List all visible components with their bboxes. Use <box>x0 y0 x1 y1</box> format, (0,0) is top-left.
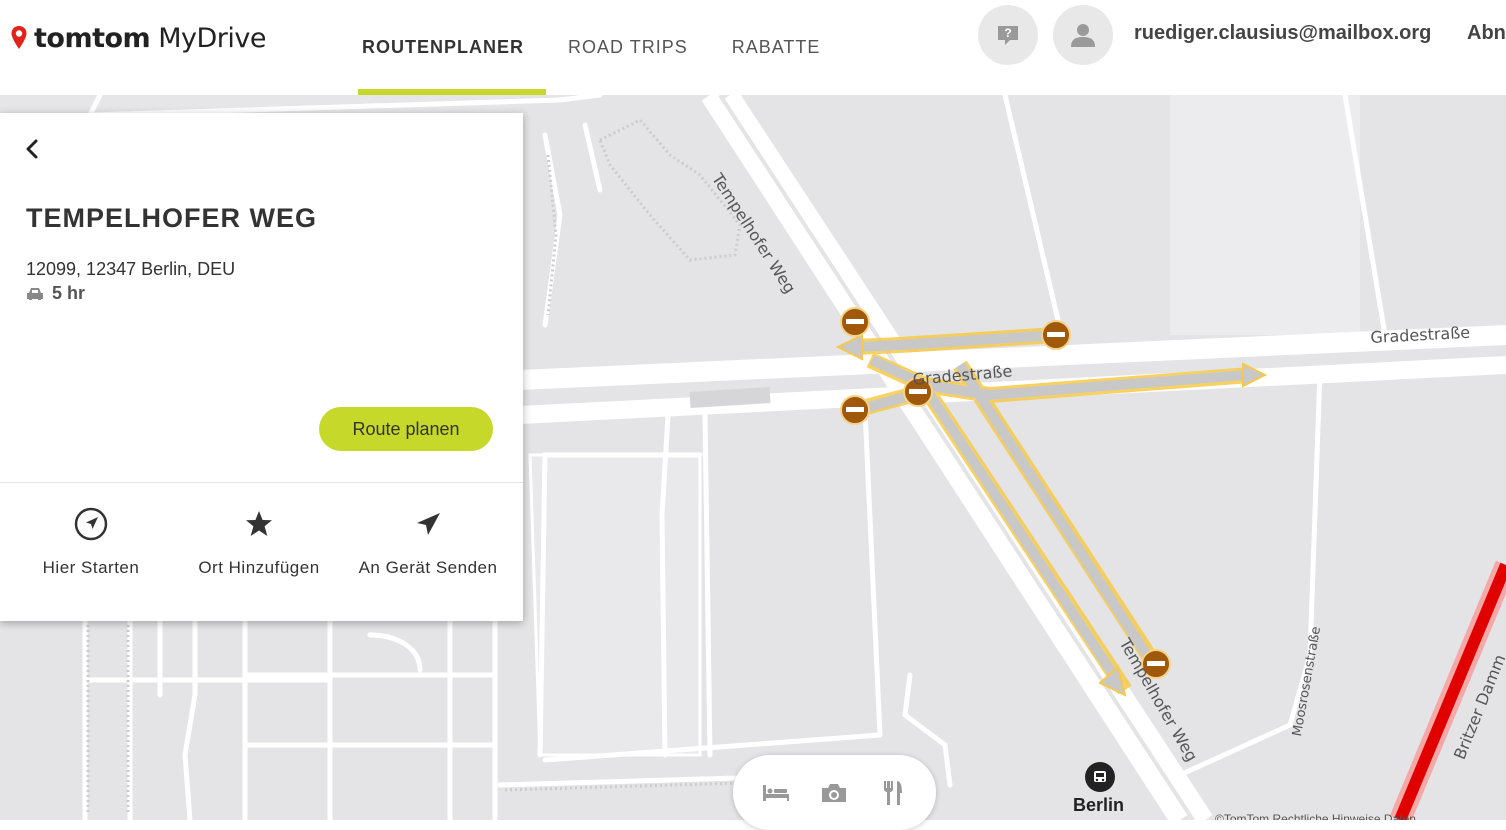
route-plan-button[interactable]: Route planen <box>319 407 493 451</box>
logo-product: MyDrive <box>158 22 266 54</box>
add-place-button[interactable]: Ort Hinzufügen <box>174 508 344 578</box>
travel-time-value: 5 hr <box>52 283 86 303</box>
berlin-poi-icon[interactable] <box>1085 762 1115 792</box>
user-email[interactable]: ruediger.clausius@mailbox.org <box>1134 22 1431 45</box>
back-button[interactable] <box>18 135 46 163</box>
map-copyright[interactable]: ©TomTom Rechtliche Hinweise Daten <box>1215 812 1416 820</box>
add-place-label: Ort Hinzufügen <box>198 558 320 577</box>
tab-road-trips[interactable]: ROAD TRIPS <box>546 0 710 95</box>
logout-link[interactable]: Abn <box>1467 22 1506 45</box>
main-nav: ROUTENPLANER ROAD TRIPS RABATTE <box>340 0 842 95</box>
chevron-left-icon <box>26 139 38 159</box>
logo-brand: tomtom <box>34 22 151 54</box>
place-title: TEMPELHOFER WEG <box>26 203 317 233</box>
place-address: 12099, 12347 Berlin, DEU <box>26 259 236 279</box>
help-icon: ? <box>998 26 1018 45</box>
travel-time: 5 hr <box>26 283 85 304</box>
restaurant-filter-button[interactable] <box>871 771 915 815</box>
send-icon <box>417 513 440 535</box>
poi-category-toolbar <box>733 755 936 830</box>
user-avatar-icon <box>1071 24 1095 47</box>
bed-icon <box>763 784 790 801</box>
camera-icon <box>822 783 847 802</box>
svg-text:?: ? <box>1004 26 1011 40</box>
sights-filter-button[interactable] <box>812 771 856 815</box>
tomtom-logo[interactable]: tomtom MyDrive <box>10 20 266 56</box>
send-to-device-label: An Gerät Senden <box>358 558 498 577</box>
restaurant-icon <box>883 780 902 805</box>
hotel-filter-button[interactable] <box>754 771 798 815</box>
start-here-label: Hier Starten <box>42 558 140 577</box>
car-icon <box>27 287 43 300</box>
user-account-button[interactable] <box>1053 5 1113 65</box>
poi-label-berlin: Berlin <box>1073 795 1125 815</box>
location-pin-icon <box>11 26 27 49</box>
help-button[interactable]: ? <box>978 5 1038 65</box>
top-header: tomtom MyDrive ROUTENPLANER ROAD TRIPS R… <box>0 0 1506 95</box>
poi-marker-icon <box>1094 771 1106 782</box>
location-panel: TEMPELHOFER WEG 12099, 12347 Berlin, DEU… <box>0 113 523 621</box>
navigate-icon <box>74 507 108 541</box>
start-here-button[interactable]: Hier Starten <box>6 507 176 578</box>
send-to-device-button[interactable]: An Gerät Senden <box>343 508 513 578</box>
tab-rabatte[interactable]: RABATTE <box>710 0 843 95</box>
tab-routenplaner[interactable]: ROUTENPLANER <box>340 0 547 95</box>
panel-divider <box>0 482 523 483</box>
star-icon <box>246 511 272 536</box>
